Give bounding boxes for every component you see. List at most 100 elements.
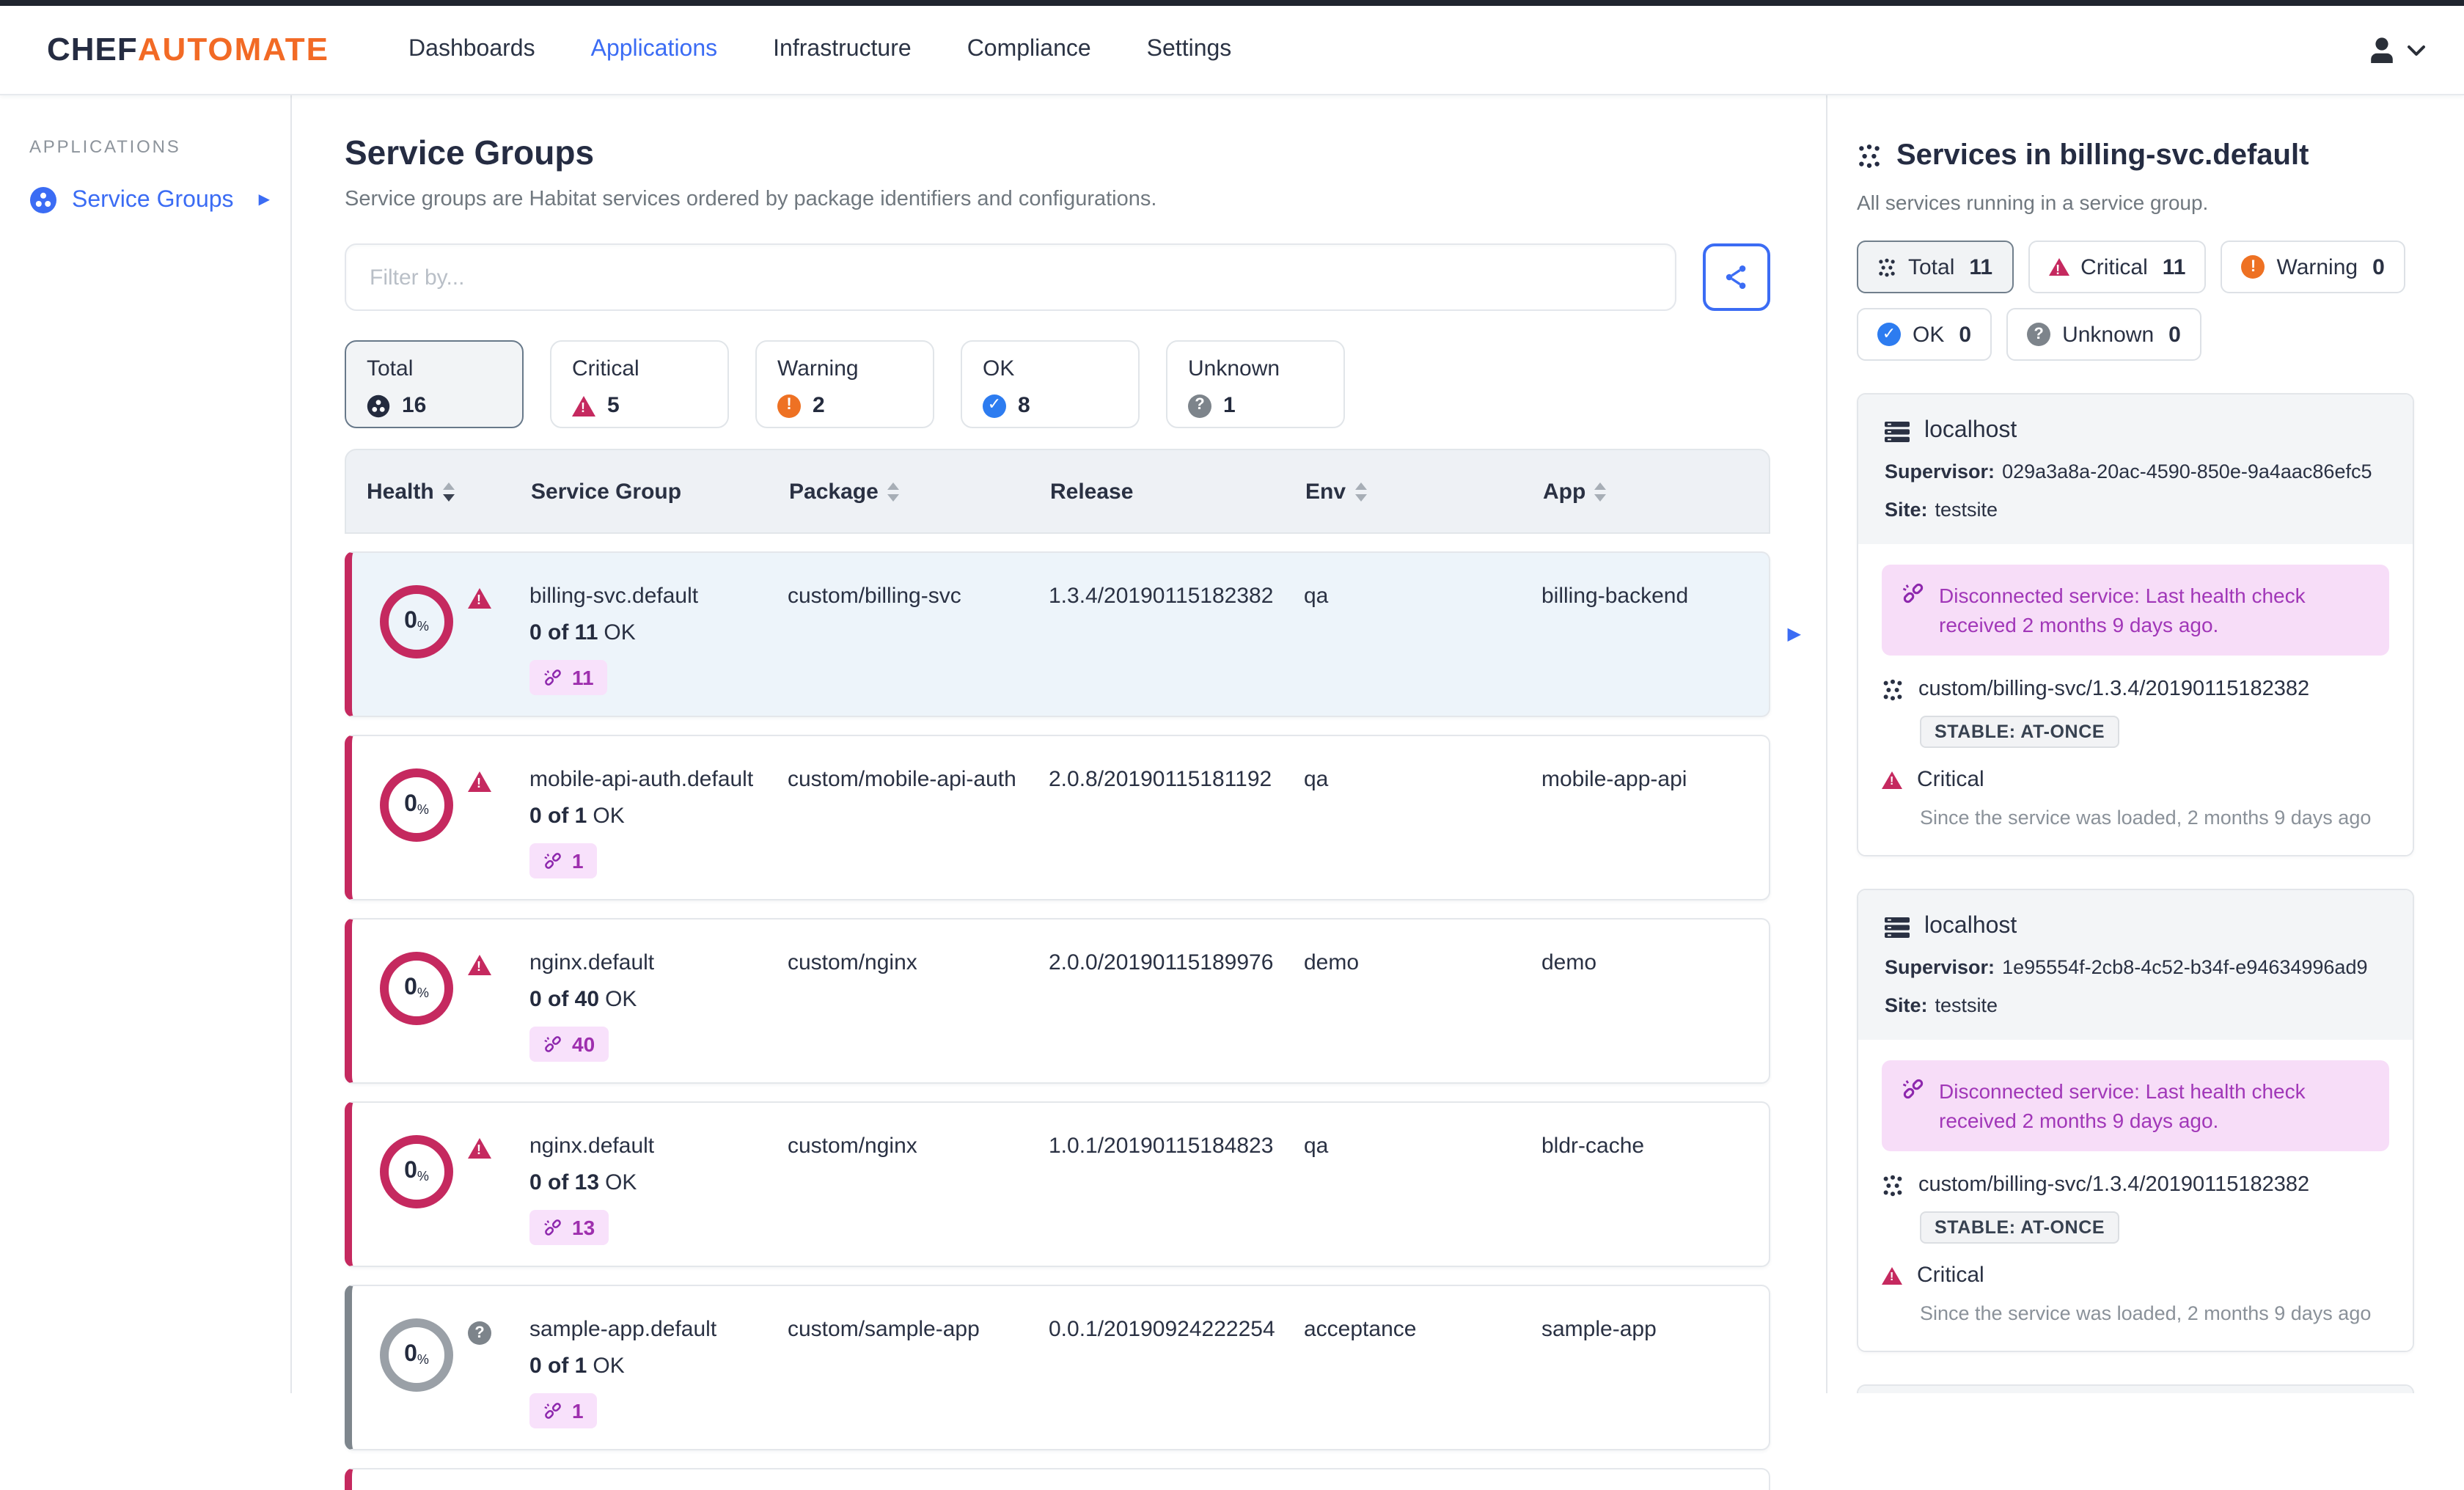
service-group-name: billing-svc.default [529,584,699,609]
table-row-nginx-demo[interactable]: 0% nginx.default 0 of 40OK 40 custom/ngi… [345,918,1770,1084]
sort-arrows-icon[interactable] [442,482,455,501]
column-header-service-group[interactable]: Service Group [531,479,789,504]
supervisor-id: 1e95554f-2cb8-4c52-b34f-e94634996ad9 [2002,956,2368,978]
column-label: Release [1050,479,1134,504]
disconnected-pill[interactable]: 11 [529,660,607,695]
disconnected-count: 1 [572,1399,584,1423]
ok-count: 0 of 13 [529,1170,600,1195]
app-cell: demo [1541,950,1597,975]
env-cell: qa [1304,1134,1329,1159]
column-header-package[interactable]: Package [789,479,1050,504]
nav-item-settings[interactable]: Settings [1147,37,1232,63]
window-top-strip [0,0,2464,6]
sort-arrows-icon[interactable] [1354,482,1367,501]
unknown-icon: ? [468,1321,491,1345]
service-card[interactable]: localhost Supervisor: 029a3a8a-20ac-4590-… [1857,393,2414,856]
column-header-health[interactable]: Health [367,479,531,504]
supervisor-label: Supervisor: [1885,956,1995,978]
sidebar-expand-arrow-icon[interactable]: ▶ [259,192,270,208]
disconnected-pill[interactable]: 1 [529,1393,597,1428]
panel-status-filters: Total 11 Critical 11 ! Warning 0 ✓ OK 0 [1857,241,2414,361]
service-group-name: nginx.default [529,1134,655,1159]
panel-filter-count: 11 [1969,254,1993,279]
panel-filter-ok[interactable]: ✓ OK 0 [1857,308,1992,361]
site-label: Site: [1885,994,1928,1016]
column-header-app[interactable]: App [1543,479,1769,504]
service-card[interactable]: localhost Supervisor:2fb65869-de1b-4341-… [1857,1384,2414,1393]
disconnected-pill[interactable]: 1 [529,843,597,878]
service-group-cell: billing-svc.default 0 of 11 OK 11 [529,553,788,695]
chef-automate-logo[interactable]: CHEFAUTOMATE [47,31,329,69]
status-filter-unknown[interactable]: Unknown ? 1 [1166,340,1345,428]
ok-label: OK [593,804,625,829]
package-cell: custom/nginx [788,950,917,975]
supervisor-label: Supervisor: [1885,460,1995,482]
ok-icon: ✓ [1877,323,1901,346]
status-filter-total[interactable]: Total 16 [345,340,524,428]
nav-item-infrastructure[interactable]: Infrastructure [773,37,912,63]
health-cell: 0% [365,553,529,695]
column-header-release[interactable]: Release [1050,479,1305,504]
sidebar-item-service-groups[interactable]: Service Groups ▶ [0,177,290,223]
panel-filter-count: 0 [2168,322,2181,347]
status-filter-count: 5 [607,393,620,418]
service-group-name: nginx.default [529,950,655,975]
table-row-partial[interactable] [345,1468,1770,1490]
service-card-header: localhost Supervisor: 029a3a8a-20ac-4590-… [1858,394,2413,544]
logo-chef-text: CHEF [47,31,138,67]
ok-count: 0 of 1 [529,804,587,829]
status-filter-critical[interactable]: Critical 5 [550,340,729,428]
service-card-body: Disconnected service: Last health check … [1858,544,2413,855]
page-title: Service Groups [345,133,595,172]
nav-item-dashboards[interactable]: Dashboards [408,37,535,63]
release-cell: 2.0.0/20190115189976 [1049,950,1274,975]
service-card-header: localhost Supervisor: 1e95554f-2cb8-4c52-… [1858,890,2413,1040]
ok-count: 0 of 40 [529,987,600,1012]
broken-link-icon [543,1034,563,1054]
panel-filter-label: Critical [2080,254,2148,279]
service-package: custom/billing-svc/1.3.4/20190115182382 [1918,1173,2310,1197]
panel-filter-total[interactable]: Total 11 [1857,241,2014,293]
row-selected-caret-icon[interactable]: ▶ [1788,623,1801,643]
host-name: localhost [1924,418,2017,443]
panel-filter-unknown[interactable]: ? Unknown 0 [2006,308,2201,361]
filter-input[interactable] [345,243,1676,311]
health-cell: 0% [365,1103,529,1245]
panel-filter-warning[interactable]: ! Warning 0 [2221,241,2405,293]
broken-link-icon [1901,1076,1926,1135]
package-cell: custom/mobile-api-auth [788,767,1016,792]
share-button[interactable] [1703,243,1770,311]
nav-item-compliance[interactable]: Compliance [967,37,1091,63]
sidebar-section-label: APPLICATIONS [29,136,181,157]
column-label: App [1543,479,1586,504]
sort-arrows-icon[interactable] [1594,482,1607,501]
table-row-nginx-bldr-cache[interactable]: 0% nginx.default 0 of 13OK 13 custom/ngi… [345,1101,1770,1267]
app-cell: billing-backend [1541,584,1689,609]
sort-arrows-icon[interactable] [887,482,899,501]
status-filter-count: 1 [1223,393,1236,418]
column-header-env[interactable]: Env [1305,479,1543,504]
warning-icon: ! [777,394,801,417]
critical-icon [468,588,491,609]
table-row-sample-app[interactable]: 0% ? sample-app.default 0 of 1 OK 1 custo… [345,1285,1770,1450]
service-group-cell: sample-app.default 0 of 1 OK 1 [529,1286,788,1428]
broken-link-icon [543,667,563,688]
table-row-mobile-api-auth[interactable]: 0% mobile-api-auth.default 0 of 1OK 1 cu… [345,735,1770,900]
disconnected-alert: Disconnected service: Last health check … [1882,1060,2389,1151]
nav-item-applications[interactable]: Applications [591,37,718,63]
status-filter-count: 8 [1018,393,1030,418]
disconnected-pill[interactable]: 40 [529,1027,609,1062]
status-filter-warning[interactable]: Warning ! 2 [755,340,934,428]
panel-filter-critical[interactable]: Critical 11 [2028,241,2207,293]
table-row-billing-svc[interactable]: 0% billing-svc.default 0 of 11OK 11 cust… [345,551,1801,717]
service-group-dots-icon [1882,1174,1904,1196]
sidebar-item-label: Service Groups [72,187,234,212]
broken-link-icon [543,1401,563,1421]
panel-filter-label: Unknown [2062,322,2155,347]
disconnected-pill[interactable]: 13 [529,1210,609,1245]
logo-automate-text: AUTOMATE [137,31,330,67]
user-menu[interactable] [2366,34,2426,66]
service-card[interactable]: localhost Supervisor: 1e95554f-2cb8-4c52-… [1857,889,2414,1352]
primary-nav: Dashboards Applications Infrastructure C… [408,37,1231,63]
status-filter-ok[interactable]: OK ✓ 8 [961,340,1140,428]
